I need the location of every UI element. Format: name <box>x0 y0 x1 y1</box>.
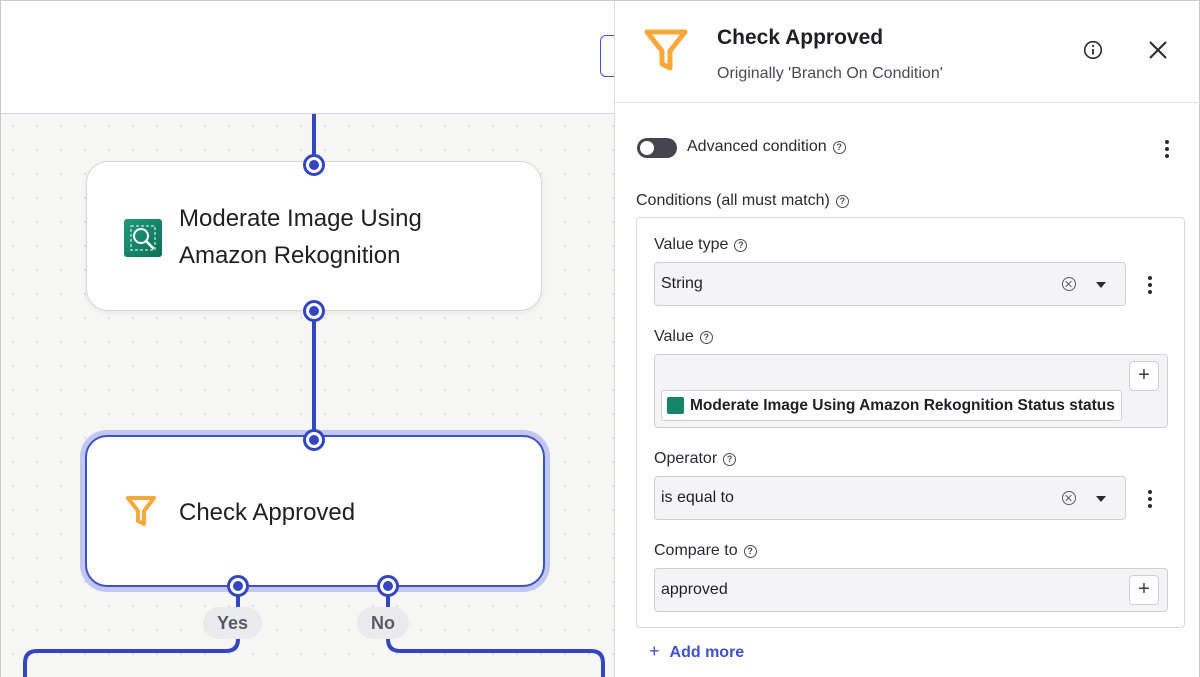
more-options-icon[interactable] <box>1140 487 1160 511</box>
help-icon[interactable]: ? <box>734 239 748 252</box>
conditions-group: Value type? String Value? + Moderate Ima… <box>636 217 1185 628</box>
filter-funnel-icon <box>644 29 688 71</box>
yes-port[interactable] <box>227 575 249 597</box>
more-options-icon[interactable] <box>1157 137 1177 161</box>
properties-panel: Check Approved Originally 'Branch On Con… <box>614 0 1200 677</box>
node-moderate-image[interactable]: Moderate Image Using Amazon Rekognition <box>86 161 542 311</box>
help-icon[interactable]: ? <box>743 545 757 558</box>
branch-wires <box>23 591 605 677</box>
operator-select[interactable]: is equal to <box>654 476 1126 520</box>
add-more-label: Add more <box>669 644 745 661</box>
panel-subtitle: Originally 'Branch On Condition' <box>717 65 943 82</box>
advanced-condition-toggle[interactable] <box>637 138 677 158</box>
compare-to-value: approved <box>661 581 728 598</box>
toolbar-button[interactable] <box>600 35 614 77</box>
help-icon[interactable]: ? <box>835 195 849 208</box>
value-type-value: String <box>661 275 703 292</box>
value-type-select[interactable]: String <box>654 262 1126 306</box>
chevron-down-icon[interactable] <box>1096 282 1106 288</box>
insert-variable-button[interactable]: + <box>1129 575 1159 605</box>
clear-icon[interactable] <box>1062 491 1076 505</box>
info-icon <box>1083 40 1103 60</box>
connector-wire <box>312 313 316 438</box>
value-label: Value? <box>654 328 713 346</box>
add-more-button[interactable]: + Add more <box>649 641 744 662</box>
value-input[interactable]: + Moderate Image Using Amazon Rekognitio… <box>654 354 1168 428</box>
workflow-canvas[interactable]: Moderate Image Using Amazon Rekognition … <box>0 0 614 677</box>
help-icon[interactable]: ? <box>723 453 737 466</box>
more-options-icon[interactable] <box>1140 273 1160 297</box>
operator-label: Operator? <box>654 450 737 468</box>
compare-to-input[interactable]: approved + <box>654 568 1168 612</box>
operator-value: is equal to <box>661 489 734 506</box>
variable-token[interactable]: Moderate Image Using Amazon Rekognition … <box>661 390 1122 421</box>
chevron-down-icon[interactable] <box>1096 496 1106 502</box>
plus-icon: + <box>649 641 660 661</box>
compare-to-label: Compare to? <box>654 542 757 560</box>
node-title: Moderate Image Using Amazon Rekognition <box>179 205 422 269</box>
help-icon[interactable]: ? <box>832 141 846 154</box>
input-port[interactable] <box>303 429 325 451</box>
close-button[interactable] <box>1144 36 1172 64</box>
branch-label-yes: Yes <box>203 607 263 639</box>
variable-token-label: Moderate Image Using Amazon Rekognition … <box>690 397 1115 414</box>
value-type-label: Value type? <box>654 236 748 254</box>
clear-icon[interactable] <box>1062 277 1076 291</box>
output-port[interactable] <box>303 154 325 176</box>
rekognition-icon <box>124 219 162 257</box>
branch-label-no: No <box>357 607 409 639</box>
panel-header: Check Approved Originally 'Branch On Con… <box>615 1 1200 103</box>
help-icon[interactable]: ? <box>699 331 713 344</box>
node-check-approved[interactable]: Check Approved <box>85 435 545 587</box>
node-title: Check Approved <box>179 499 356 526</box>
filter-funnel-icon <box>126 496 156 526</box>
info-button[interactable] <box>1079 36 1107 64</box>
canvas-toolbar <box>1 1 614 114</box>
no-port[interactable] <box>377 575 399 597</box>
rekognition-icon <box>667 397 684 414</box>
output-port[interactable] <box>303 300 325 322</box>
close-icon <box>1149 41 1167 59</box>
panel-title: Check Approved <box>717 26 884 49</box>
conditions-label: Conditions (all must match)? <box>636 192 849 210</box>
advanced-condition-label: Advanced condition? <box>687 138 846 156</box>
insert-variable-button[interactable]: + <box>1129 361 1159 391</box>
